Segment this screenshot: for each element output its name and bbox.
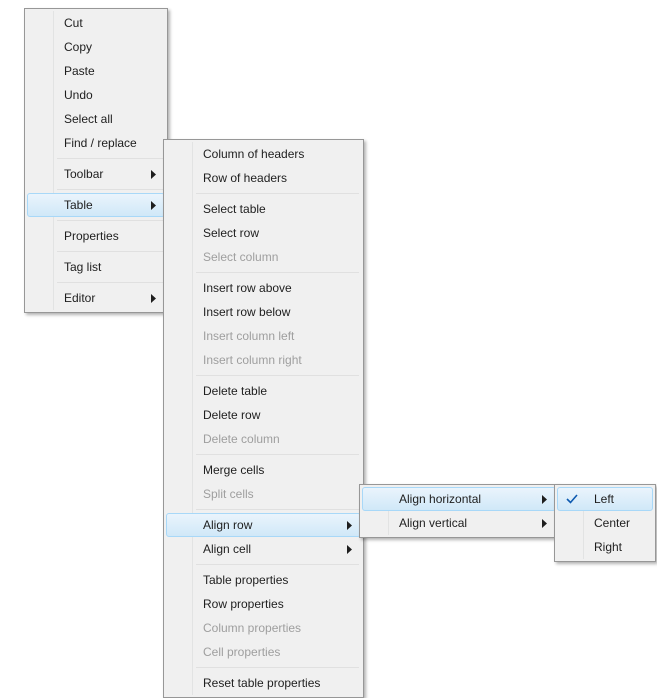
menu-item-align-center[interactable]: Center (557, 511, 653, 535)
menu-item-insert-row-above[interactable]: Insert row above (166, 276, 361, 300)
submenu-arrow-icon (539, 488, 549, 510)
menu-item-toolbar[interactable]: Toolbar (27, 162, 165, 186)
menu-item-cell-properties: Cell properties (166, 640, 361, 664)
label: Table properties (203, 573, 288, 587)
label: Align cell (203, 542, 251, 556)
label: Properties (64, 229, 119, 243)
separator (57, 220, 163, 221)
separator (196, 667, 359, 668)
menu-item-table[interactable]: Table (27, 193, 165, 217)
menu-item-select-all[interactable]: Select all (27, 107, 165, 131)
menu-item-merge-cells[interactable]: Merge cells (166, 458, 361, 482)
label: Split cells (203, 487, 254, 501)
menu-item-delete-table[interactable]: Delete table (166, 379, 361, 403)
menu-item-editor[interactable]: Editor (27, 286, 165, 310)
menu-item-insert-row-below[interactable]: Insert row below (166, 300, 361, 324)
menu-item-align-row[interactable]: Align row (166, 513, 361, 537)
menu-item-align-cell[interactable]: Align cell (166, 537, 361, 561)
checkmark-icon (562, 488, 582, 510)
menu-item-row-properties[interactable]: Row properties (166, 592, 361, 616)
separator (196, 375, 359, 376)
menu-item-align-vertical[interactable]: Align vertical (362, 511, 556, 535)
label: Paste (64, 64, 95, 78)
label: Delete table (203, 384, 267, 398)
label: Align vertical (399, 516, 467, 530)
label: Copy (64, 40, 92, 54)
label: Delete column (203, 432, 280, 446)
label: Insert column left (203, 329, 294, 343)
separator (196, 564, 359, 565)
menu-item-row-of-headers[interactable]: Row of headers (166, 166, 361, 190)
submenu-arrow-icon (344, 538, 354, 560)
label: Column properties (203, 621, 301, 635)
separator (196, 272, 359, 273)
label: Row properties (203, 597, 284, 611)
menu-item-undo[interactable]: Undo (27, 83, 165, 107)
menu-item-delete-column: Delete column (166, 427, 361, 451)
label: Align horizontal (399, 492, 481, 506)
label: Tag list (64, 260, 101, 274)
label: Column of headers (203, 147, 304, 161)
label: Cell properties (203, 645, 280, 659)
menu-item-select-table[interactable]: Select table (166, 197, 361, 221)
label: Insert row below (203, 305, 290, 319)
menu-item-properties[interactable]: Properties (27, 224, 165, 248)
separator (57, 189, 163, 190)
submenu-align-horizontal: Left Center Right (554, 484, 656, 562)
menu-item-find-replace[interactable]: Find / replace (27, 131, 165, 155)
context-menu-1: Cut Copy Paste Undo Select all Find / re… (24, 8, 168, 313)
separator (57, 251, 163, 252)
submenu-table: Column of headers Row of headers Select … (163, 139, 364, 698)
label: Undo (64, 88, 93, 102)
menu-item-align-horizontal[interactable]: Align horizontal (362, 487, 556, 511)
label: Select column (203, 250, 278, 264)
separator (196, 454, 359, 455)
menu-item-paste[interactable]: Paste (27, 59, 165, 83)
menu-item-column-properties: Column properties (166, 616, 361, 640)
menu-item-insert-column-left: Insert column left (166, 324, 361, 348)
label: Select row (203, 226, 259, 240)
label: Editor (64, 291, 95, 305)
submenu-arrow-icon (344, 514, 354, 536)
menu-item-align-right[interactable]: Right (557, 535, 653, 559)
submenu-arrow-icon (148, 287, 158, 309)
label: Delete row (203, 408, 260, 422)
label: Reset table properties (203, 676, 320, 690)
label: Insert row above (203, 281, 292, 295)
submenu-arrow-icon (148, 194, 158, 216)
label: Select all (64, 112, 113, 126)
label: Find / replace (64, 136, 137, 150)
label: Table (64, 198, 93, 212)
label: Row of headers (203, 171, 287, 185)
separator (57, 282, 163, 283)
label: Align row (203, 518, 252, 532)
label: Left (594, 492, 614, 506)
label: Insert column right (203, 353, 302, 367)
menu-item-tag-list[interactable]: Tag list (27, 255, 165, 279)
separator (57, 158, 163, 159)
menu-item-reset-table-properties[interactable]: Reset table properties (166, 671, 361, 695)
menu-item-copy[interactable]: Copy (27, 35, 165, 59)
menu-item-table-properties[interactable]: Table properties (166, 568, 361, 592)
submenu-arrow-icon (148, 163, 158, 185)
submenu-arrow-icon (539, 512, 549, 534)
label: Merge cells (203, 463, 264, 477)
menu-item-column-of-headers[interactable]: Column of headers (166, 142, 361, 166)
label: Center (594, 516, 630, 530)
label: Right (594, 540, 622, 554)
menu-item-select-row[interactable]: Select row (166, 221, 361, 245)
menu-item-align-left[interactable]: Left (557, 487, 653, 511)
separator (196, 509, 359, 510)
menu-item-select-column: Select column (166, 245, 361, 269)
separator (196, 193, 359, 194)
label: Cut (64, 16, 83, 30)
menu-item-delete-row[interactable]: Delete row (166, 403, 361, 427)
submenu-align-row: Align horizontal Align vertical (359, 484, 559, 538)
menu-item-split-cells: Split cells (166, 482, 361, 506)
menu-item-insert-column-right: Insert column right (166, 348, 361, 372)
label: Select table (203, 202, 266, 216)
label: Toolbar (64, 167, 103, 181)
menu-item-cut[interactable]: Cut (27, 11, 165, 35)
